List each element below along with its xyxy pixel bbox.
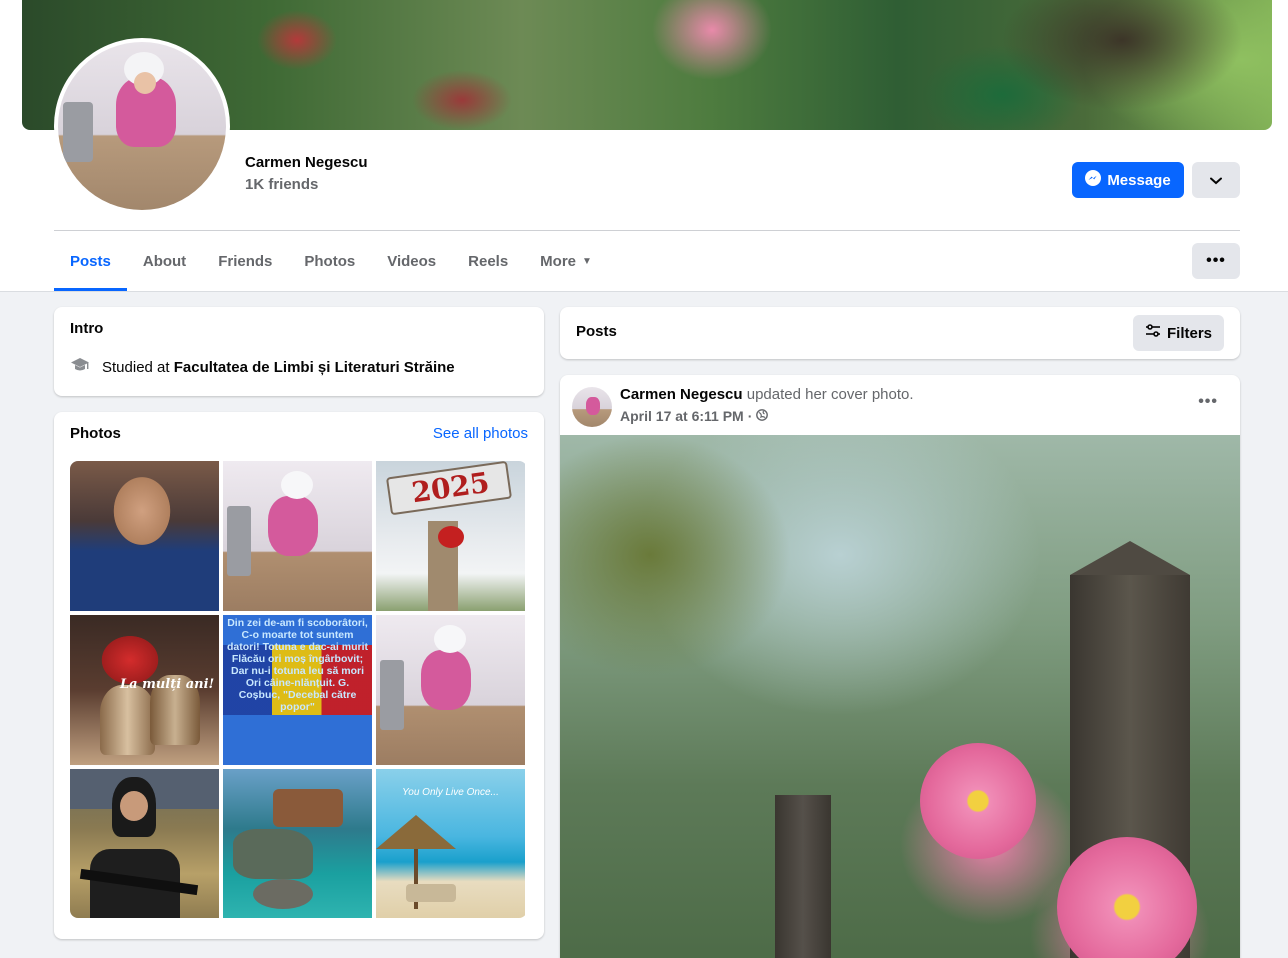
- education-row: Studied at Facultatea de Limbi și Litera…: [70, 355, 455, 379]
- photos-title: Photos: [70, 425, 121, 442]
- friends-count[interactable]: 1K friends: [245, 176, 318, 193]
- post-author-avatar[interactable]: [572, 387, 612, 427]
- posts-title: Posts: [576, 323, 617, 340]
- tab-photos[interactable]: Photos: [288, 231, 371, 291]
- post-header-text: Carmen Negescu updated her cover photo.: [620, 386, 914, 403]
- profile-more-button[interactable]: •••: [1192, 243, 1240, 279]
- education-text: Studied at Facultatea de Limbi și Litera…: [102, 359, 455, 376]
- post-card: Carmen Negescu updated her cover photo. …: [560, 375, 1240, 958]
- messenger-icon: [1085, 170, 1102, 190]
- photo-caption: Din zei de-am fi scoborâtori, C-o moarte…: [227, 617, 368, 713]
- post-author-name[interactable]: Carmen Negescu: [620, 386, 743, 403]
- post-action-text: updated her cover photo.: [746, 386, 914, 403]
- photo-thumbnail[interactable]: [376, 615, 525, 765]
- intro-card: Intro Studied at Facultatea de Limbi și …: [54, 307, 544, 396]
- tab-reels-label: Reels: [468, 252, 509, 270]
- tab-about[interactable]: About: [127, 231, 202, 291]
- photo-thumbnail[interactable]: [70, 769, 219, 918]
- profile-name[interactable]: Carmen Negescu: [245, 154, 368, 171]
- photo-caption: La mulți ani!: [120, 677, 215, 692]
- message-button-label: Message: [1107, 171, 1171, 189]
- photos-card: Photos See all photos 2025 La mulți ani!…: [54, 412, 544, 939]
- tab-videos-label: Videos: [387, 252, 437, 270]
- caret-down-icon: ▼: [582, 255, 592, 267]
- more-dots-icon: •••: [1198, 393, 1218, 410]
- studied-prefix: Studied at: [102, 358, 170, 376]
- post-separator: ·: [747, 408, 753, 424]
- photo-thumbnail[interactable]: [223, 769, 372, 918]
- photo-caption: You Only Live Once...: [402, 787, 499, 798]
- tab-more-label: More: [540, 252, 577, 270]
- school-name[interactable]: Facultatea de Limbi și Literaturi Străin…: [174, 359, 455, 376]
- photo-thumbnail[interactable]: You Only Live Once...: [376, 769, 525, 918]
- tab-posts[interactable]: Posts: [54, 231, 127, 291]
- filters-button[interactable]: Filters: [1132, 315, 1224, 351]
- post-meta: April 17 at 6:11 PM ·: [620, 408, 769, 424]
- flower: [920, 743, 1036, 859]
- post-options-button[interactable]: •••: [1198, 393, 1218, 411]
- tab-more[interactable]: More ▼: [524, 231, 608, 291]
- profile-options-dropdown-button[interactable]: [1192, 162, 1240, 198]
- tab-reels[interactable]: Reels: [452, 231, 524, 291]
- filters-label: Filters: [1166, 324, 1212, 342]
- photos-grid: 2025 La mulți ani! Din zei de-am fi scob…: [70, 461, 527, 918]
- profile-picture-image: [58, 42, 226, 210]
- photo-thumbnail[interactable]: Din zei de-am fi scoborâtori, C-o moarte…: [223, 615, 372, 765]
- chevron-down-icon: [1210, 173, 1222, 188]
- tab-videos[interactable]: Videos: [371, 231, 452, 291]
- photo-thumbnail[interactable]: [70, 461, 219, 611]
- photo-thumbnail[interactable]: La mulți ani!: [70, 615, 219, 765]
- post-image[interactable]: [560, 435, 1240, 958]
- profile-picture[interactable]: [54, 38, 230, 214]
- more-dots-icon: •••: [1206, 252, 1226, 269]
- message-button[interactable]: Message: [1072, 162, 1184, 198]
- posts-header-card: Posts Filters: [560, 307, 1240, 359]
- photo-thumbnail[interactable]: 2025: [376, 461, 525, 611]
- tab-posts-label: Posts: [70, 252, 111, 270]
- tab-friends-label: Friends: [218, 252, 273, 270]
- graduation-cap-icon: [70, 355, 90, 379]
- tab-friends[interactable]: Friends: [202, 231, 288, 291]
- see-all-photos-link[interactable]: See all photos: [433, 425, 528, 442]
- globe-icon: [756, 408, 769, 424]
- post-timestamp[interactable]: April 17 at 6:11 PM: [620, 408, 744, 424]
- intro-title: Intro: [70, 320, 104, 337]
- sliders-icon: [1145, 323, 1161, 343]
- profile-tabs: Posts About Friends Photos Videos Reels …: [54, 231, 608, 291]
- tab-about-label: About: [142, 252, 187, 270]
- tab-photos-label: Photos: [304, 252, 356, 270]
- photo-thumbnail[interactable]: [223, 461, 372, 611]
